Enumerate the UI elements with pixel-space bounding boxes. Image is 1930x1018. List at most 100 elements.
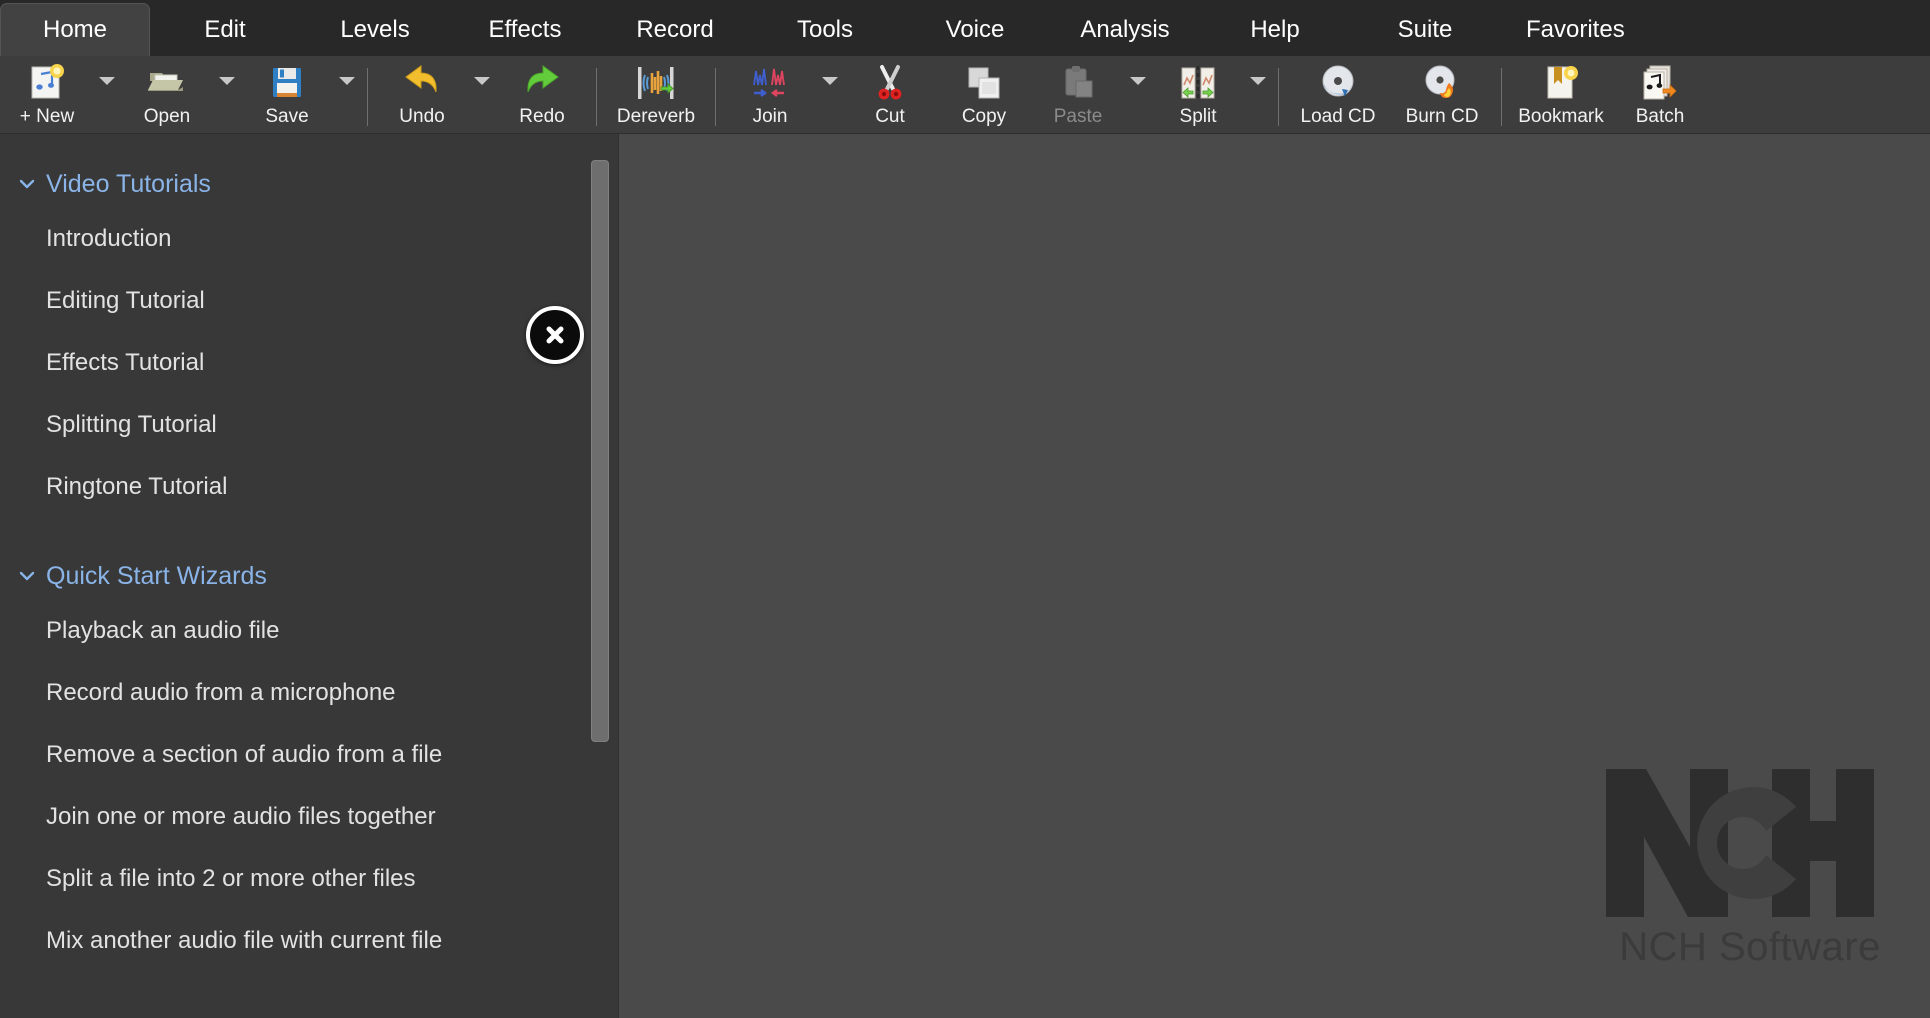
nch-logo-wordmark: NCH Software	[1619, 925, 1881, 969]
chevron-down-icon	[822, 76, 838, 85]
tab-label: Voice	[945, 16, 1005, 43]
tab-record[interactable]: Record	[600, 4, 750, 56]
sidebar-item-label: Record audio from a microphone	[46, 679, 396, 706]
ribbon-tab-bar: Home Edit Levels Effects Record Tools Vo…	[0, 0, 1930, 56]
toolbar-button-open[interactable]: Open	[120, 56, 214, 133]
copy-pages-icon	[964, 62, 1004, 104]
sidebar-item-label: Ringtone Tutorial	[46, 473, 228, 500]
sidebar-item-remove-section[interactable]: Remove a section of audio from a file	[0, 724, 618, 786]
waveform-canvas[interactable]: R NCH Software	[618, 134, 1930, 1018]
sidebar-item-label: Split a file into 2 or more other files	[46, 865, 416, 892]
toolbar-separator	[1278, 68, 1279, 126]
toolbar-label: Save	[265, 106, 309, 127]
sidebar-item-playback-audio-file[interactable]: Playback an audio file	[0, 600, 618, 662]
tab-label: Levels	[340, 16, 410, 43]
sidebar-group-quick-start-wizards[interactable]: Quick Start Wizards	[0, 552, 618, 600]
sidebar-item-introduction[interactable]: Introduction	[0, 208, 618, 270]
sidebar-item-label: Remove a section of audio from a file	[46, 741, 443, 768]
sidebar-item-join-files[interactable]: Join one or more audio files together	[0, 786, 618, 848]
toolbar-label: Open	[143, 106, 191, 127]
main-body: Video Tutorials Introduction Editing Tut…	[0, 134, 1930, 1018]
burn-cd-icon	[1421, 62, 1463, 104]
sidebar-item-ringtone-tutorial[interactable]: Ringtone Tutorial	[0, 456, 618, 518]
tab-edit[interactable]: Edit	[150, 4, 300, 56]
tab-label: Effects	[488, 16, 562, 43]
chevron-down-icon	[14, 171, 40, 197]
toolbar-button-redo[interactable]: Redo	[495, 56, 589, 133]
tab-label: Suite	[1397, 16, 1453, 43]
application-window: Home Edit Levels Effects Record Tools Vo…	[0, 0, 1930, 1018]
toolbar-label: Bookmark	[1518, 106, 1604, 127]
toolbar-separator	[715, 68, 716, 126]
clipboard-paste-icon	[1059, 62, 1097, 104]
toolbar-label: Cut	[875, 106, 905, 127]
toolbar-separator	[1501, 68, 1502, 126]
tab-analysis[interactable]: Analysis	[1050, 4, 1200, 56]
tab-levels[interactable]: Levels	[300, 4, 450, 56]
sidebar-scroll-content: Video Tutorials Introduction Editing Tut…	[0, 134, 618, 1018]
nch-logo-mark: R	[1600, 763, 1876, 923]
tab-voice[interactable]: Voice	[900, 4, 1050, 56]
sidebar-scrollbar-thumb[interactable]	[591, 160, 609, 742]
close-icon	[540, 320, 570, 350]
scissors-icon	[871, 62, 909, 104]
toolbar-caret-split[interactable]	[1245, 56, 1271, 133]
toolbar-button-paste[interactable]: Paste	[1031, 56, 1125, 133]
sidebar-item-mix-audio-file[interactable]: Mix another audio file with current file	[0, 910, 618, 972]
toolbar-button-burn-cd[interactable]: Burn CD	[1390, 56, 1494, 133]
batch-convert-icon	[1639, 62, 1681, 104]
tab-home[interactable]: Home	[0, 3, 150, 56]
tab-tools[interactable]: Tools	[750, 4, 900, 56]
sidebar-item-editing-tutorial[interactable]: Editing Tutorial	[0, 270, 618, 332]
load-cd-icon	[1317, 62, 1359, 104]
toolbar-separator	[596, 68, 597, 126]
ribbon-toolbar: + New Open Save Undo Redo Dereverb Join …	[0, 56, 1930, 134]
chevron-down-icon	[474, 76, 490, 85]
toolbar-button-load-cd[interactable]: Load CD	[1286, 56, 1390, 133]
toolbar-button-dereverb[interactable]: Dereverb	[604, 56, 708, 133]
nch-software-logo: R NCH Software	[1600, 763, 1900, 970]
toolbar-label: Copy	[961, 106, 1007, 127]
tab-label: Edit	[204, 16, 246, 43]
sidebar-scrollbar-track[interactable]	[588, 134, 610, 1018]
redo-arrow-icon	[521, 62, 563, 104]
toolbar-label: Redo	[519, 106, 565, 127]
toolbar-button-copy[interactable]: Copy	[937, 56, 1031, 133]
sidebar-item-label: Mix another audio file with current file	[46, 927, 443, 954]
sidebar-item-effects-tutorial[interactable]: Effects Tutorial	[0, 332, 618, 394]
sidebar-item-record-microphone[interactable]: Record audio from a microphone	[0, 662, 618, 724]
sidebar-item-split-file[interactable]: Split a file into 2 or more other files	[0, 848, 618, 910]
toolbar-caret-save[interactable]	[334, 56, 360, 133]
sidebar-item-label: Effects Tutorial	[46, 349, 205, 376]
close-panel-button[interactable]	[526, 306, 584, 364]
toolbar-button-undo[interactable]: Undo	[375, 56, 469, 133]
toolbar-label: Paste	[1053, 106, 1103, 127]
toolbar-button-cut[interactable]: Cut	[843, 56, 937, 133]
toolbar-caret-paste[interactable]	[1125, 56, 1151, 133]
tab-favorites[interactable]: Favorites	[1500, 4, 1651, 56]
tab-effects[interactable]: Effects	[450, 4, 600, 56]
toolbar-caret-join[interactable]	[817, 56, 843, 133]
toolbar-button-new[interactable]: + New	[0, 56, 94, 133]
tab-help[interactable]: Help	[1200, 4, 1350, 56]
toolbar-button-batch[interactable]: Batch	[1613, 56, 1707, 133]
tab-suite[interactable]: Suite	[1350, 4, 1500, 56]
toolbar-button-bookmark[interactable]: Bookmark	[1509, 56, 1613, 133]
dereverb-icon	[633, 62, 679, 104]
toolbar-caret-undo[interactable]	[469, 56, 495, 133]
tutorials-sidebar: Video Tutorials Introduction Editing Tut…	[0, 134, 618, 1018]
toolbar-label: Burn CD	[1405, 106, 1479, 127]
undo-arrow-icon	[401, 62, 443, 104]
toolbar-button-save[interactable]: Save	[240, 56, 334, 133]
sidebar-group-title: Quick Start Wizards	[46, 561, 267, 590]
toolbar-caret-open[interactable]	[214, 56, 240, 133]
toolbar-label: Undo	[399, 106, 445, 127]
toolbar-button-join[interactable]: Join	[723, 56, 817, 133]
toolbar-caret-new[interactable]	[94, 56, 120, 133]
tab-label: Favorites	[1526, 16, 1625, 43]
sidebar-group-video-tutorials[interactable]: Video Tutorials	[0, 160, 618, 208]
toolbar-button-split[interactable]: Split	[1151, 56, 1245, 133]
toolbar-label: Dereverb	[616, 106, 696, 127]
sidebar-item-splitting-tutorial[interactable]: Splitting Tutorial	[0, 394, 618, 456]
